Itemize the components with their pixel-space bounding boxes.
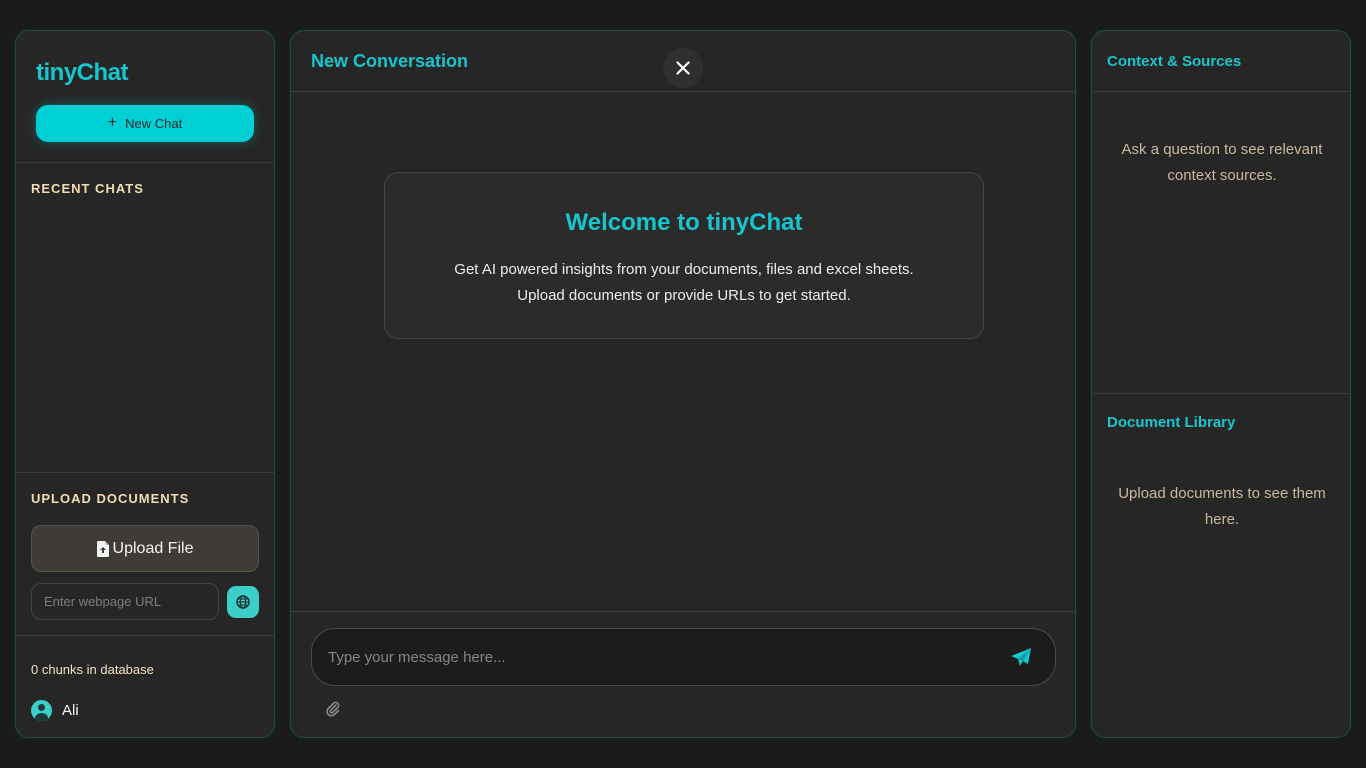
plus-icon: + [107,113,118,131]
user-circle-icon [31,700,52,721]
divider [1092,393,1350,394]
globe-icon [236,595,250,609]
context-sources-title: Context & Sources [1107,53,1242,70]
chat-panel: New Conversation Welcome to tinyChat Get… [290,30,1076,738]
welcome-text-line2: Upload documents or provide URLs to get … [517,287,851,304]
context-empty-message: Ask a question to see relevant context s… [1121,141,1323,184]
close-icon [676,61,690,75]
attach-button[interactable] [324,701,342,719]
message-composer [311,628,1056,686]
divider [16,162,274,163]
welcome-title: Welcome to tinyChat [565,209,803,236]
header-divider [291,91,1075,92]
user-name: Ali [62,702,79,719]
user-profile[interactable]: Ali [31,700,79,721]
new-chat-label: New Chat [125,116,183,131]
upload-file-button[interactable]: Upload File [31,525,259,572]
welcome-text-line1: Get AI powered insights from your docume… [454,261,914,278]
document-library-title: Document Library [1107,414,1236,431]
message-input[interactable] [328,643,978,671]
chunks-status: 0 chunks in database [31,662,154,677]
close-button[interactable] [663,48,703,88]
divider [1092,91,1350,92]
library-empty-message: Upload documents to see them here. [1118,485,1326,528]
file-upload-icon [96,540,109,557]
divider [16,635,274,636]
upload-documents-title: UPLOAD DOCUMENTS [31,491,190,506]
composer-divider [291,611,1075,612]
recent-chats-title: RECENT CHATS [31,181,144,196]
brand-logo: tinyChat [36,59,129,86]
url-submit-button[interactable] [227,586,259,618]
context-panel: Context & Sources Ask a question to see … [1091,30,1351,738]
new-chat-button[interactable]: + New Chat [36,105,254,142]
paper-plane-icon [1011,647,1031,666]
sidebar: tinyChat + New Chat RECENT CHATS UPLOAD … [15,30,275,738]
upload-file-label: Upload File [112,539,194,557]
url-input[interactable] [31,583,219,620]
paperclip-icon [326,701,340,717]
recent-chats-list [31,206,259,466]
send-button[interactable] [1008,645,1034,671]
welcome-card: Welcome to tinyChat Get AI powered insig… [384,172,984,339]
conversation-title: New Conversation [311,51,469,71]
divider [16,472,274,473]
